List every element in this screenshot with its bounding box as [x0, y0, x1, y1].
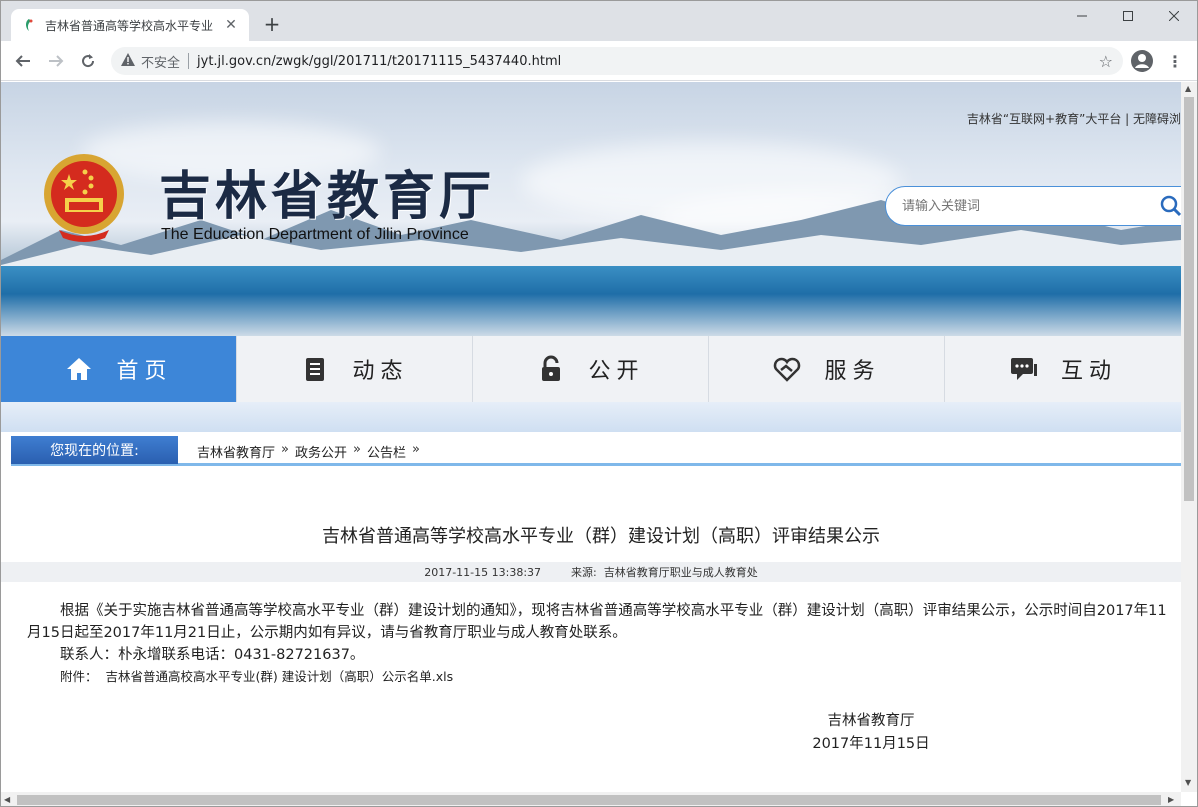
maximize-icon[interactable]: [1105, 1, 1151, 31]
search-box: [885, 186, 1181, 226]
scroll-right-icon[interactable]: ▶: [1168, 795, 1174, 804]
breadcrumb-item[interactable]: 政务公开: [295, 442, 347, 461]
breadcrumb-item[interactable]: 公告栏: [367, 442, 406, 461]
minimize-icon[interactable]: [1059, 1, 1105, 31]
header-banner: 吉林省“互联网+教育”大平台 | 无障碍浏 吉林省教育厅 The Educati…: [1, 82, 1181, 336]
search-input[interactable]: [902, 198, 1142, 214]
article-paragraph: 根据《关于实施吉林省普通高等学校高水平专业（群）建设计划的通知》，现将吉林省普通…: [27, 603, 1167, 641]
warning-triangle-icon: [121, 52, 135, 70]
bookmark-star-icon[interactable]: ☆: [1099, 52, 1113, 71]
top-links[interactable]: 吉林省“互联网+教育”大平台 | 无障碍浏: [967, 110, 1181, 127]
attachment-link[interactable]: 吉林省普通高校高水平专业(群) 建设计划（高职）公示名单.xls: [106, 669, 454, 684]
lake: [1, 266, 1181, 336]
chat-icon: [1010, 358, 1037, 380]
home-icon: [67, 358, 92, 380]
nav-service[interactable]: 服务: [709, 336, 945, 402]
reload-icon[interactable]: [76, 49, 100, 73]
publish-date: 2017-11-15 13:38:37: [424, 565, 542, 579]
nav-label: 公开: [588, 359, 645, 384]
tab-title: 吉林省普通高等学校高水平专业: [45, 18, 214, 33]
search-icon[interactable]: [1160, 195, 1181, 217]
nav-label: 动态: [352, 359, 409, 384]
site-title: 吉林省教育厅: [159, 166, 496, 227]
back-arrow-icon[interactable]: [11, 49, 35, 73]
nav-public[interactable]: 公开: [473, 336, 709, 402]
breadcrumb-label: 您现在的位置:: [11, 436, 178, 464]
source-label: 来源:: [571, 566, 597, 579]
article-title: 吉林省普通高等学校高水平专业（群）建设计划（高职）评审结果公示: [322, 526, 880, 547]
scroll-down-icon[interactable]: ▼: [1185, 778, 1191, 787]
browser-window: 吉林省普通高等学校高水平专业 ✕ + 不安全 jyt.jl.gov.cn/zwg…: [0, 0, 1198, 807]
nav-label: 服务: [824, 359, 881, 384]
national-emblem-icon: [44, 154, 124, 242]
breadcrumb-separator: »: [411, 442, 420, 457]
contact-line: 联系人：朴永增联系电话：0431-82721637。: [60, 647, 365, 663]
nav-home[interactable]: 首页: [1, 336, 237, 402]
breadcrumb-item[interactable]: 吉林省教育厅: [197, 442, 275, 461]
source-value: 吉林省教育厅职业与成人教育处: [603, 566, 758, 579]
attachment-label: 附件：: [60, 669, 98, 684]
horizontal-scroll-thumb[interactable]: [17, 795, 1161, 805]
signature-org: 吉林省教育厅: [827, 713, 915, 729]
decorative-strip: [1, 402, 1181, 432]
nav-interact[interactable]: 互动: [945, 336, 1181, 402]
main-nav: 首页 动态 公开 服务 互动: [1, 336, 1181, 402]
browser-tab[interactable]: 吉林省普通高等学校高水平专业 ✕: [11, 9, 249, 41]
insecure-label[interactable]: 不安全: [141, 52, 180, 71]
profile-avatar-icon[interactable]: [1131, 50, 1153, 72]
browser-toolbar: 不安全 jyt.jl.gov.cn/zwgk/ggl/201711/t20171…: [1, 41, 1197, 81]
tab-close-icon[interactable]: ✕: [223, 17, 239, 33]
forward-arrow-icon[interactable]: [44, 49, 68, 73]
close-window-icon[interactable]: [1151, 1, 1197, 31]
signature: 吉林省教育厅 2017年11月15日: [801, 710, 941, 756]
omnibox-divider: [188, 53, 190, 69]
browser-menu-icon[interactable]: ⋮: [1164, 50, 1186, 72]
signature-date: 2017年11月15日: [812, 736, 930, 752]
vertical-scrollbar[interactable]: ▲ ▼: [1181, 82, 1197, 792]
nav-label: 首页: [116, 359, 173, 384]
article-meta: 2017-11-15 13:38:37 来源: 吉林省教育厅职业与成人教育处: [1, 562, 1181, 582]
vertical-scroll-thumb[interactable]: [1184, 97, 1194, 501]
site-subtitle: The Education Department of Jilin Provin…: [161, 226, 469, 243]
site-favicon-icon: [21, 17, 37, 33]
breadcrumb-separator: »: [281, 442, 289, 457]
breadcrumb-trail: 吉林省教育厅 » 政务公开 » 公告栏 »: [197, 442, 420, 461]
scroll-left-icon[interactable]: ◀: [4, 795, 10, 804]
article-source: 来源: 吉林省教育厅职业与成人教育处: [571, 564, 758, 580]
page-viewport: 吉林省“互联网+教育”大平台 | 无障碍浏 吉林省教育厅 The Educati…: [1, 82, 1181, 792]
nav-news[interactable]: 动态: [237, 336, 473, 402]
new-tab-button[interactable]: +: [261, 13, 283, 35]
attachment-line: 附件： 吉林省普通高校高水平专业(群) 建设计划（高职）公示名单.xls: [27, 666, 1167, 688]
handshake-icon: [774, 357, 801, 382]
nav-label: 互动: [1060, 359, 1117, 384]
address-bar[interactable]: 不安全 jyt.jl.gov.cn/zwgk/ggl/201711/t20171…: [111, 47, 1123, 75]
breadcrumb: 您现在的位置: 吉林省教育厅 » 政务公开 » 公告栏 »: [11, 436, 1181, 466]
breadcrumb-separator: »: [353, 442, 361, 457]
document-icon: [306, 358, 325, 381]
lock-icon: [542, 355, 561, 381]
horizontal-scrollbar[interactable]: ◀ ▶: [1, 792, 1181, 806]
url-text[interactable]: jyt.jl.gov.cn/zwgk/ggl/201711/t20171115_…: [197, 54, 1099, 69]
article-body: 根据《关于实施吉林省普通高等学校高水平专业（群）建设计划的通知》，现将吉林省普通…: [27, 600, 1167, 688]
title-bar: 吉林省普通高等学校高水平专业 ✕ +: [1, 1, 1197, 41]
scroll-up-icon[interactable]: ▲: [1185, 84, 1191, 93]
